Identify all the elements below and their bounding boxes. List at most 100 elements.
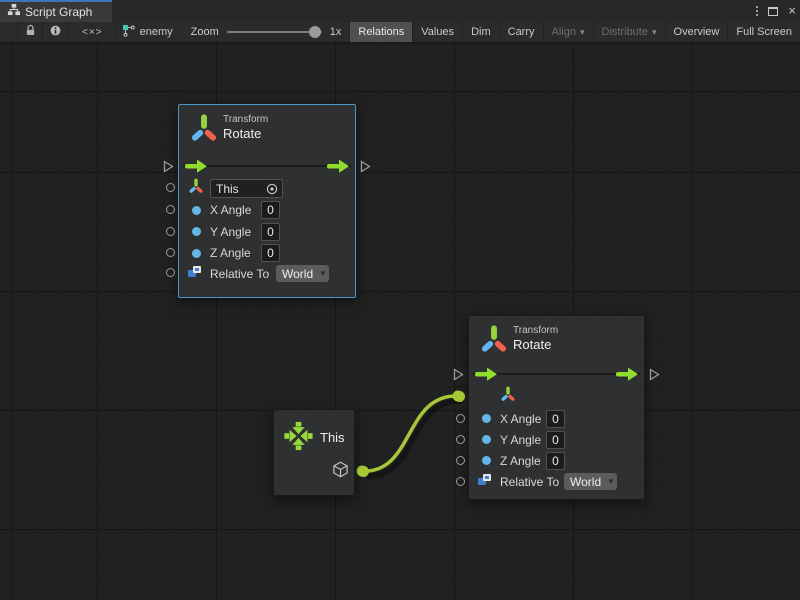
align-dropdown[interactable]: Align [543, 22, 593, 42]
float-type-icon [192, 206, 201, 215]
flow-output-port[interactable] [360, 160, 371, 173]
y-angle-input[interactable]: 0 [546, 431, 565, 449]
relative-to-dropdown[interactable]: World [564, 473, 617, 490]
target-row [469, 386, 644, 407]
z-angle-label: Z Angle [210, 246, 251, 260]
zoom-slider-handle[interactable] [309, 26, 321, 38]
maximize-icon[interactable] [768, 7, 778, 16]
x-angle-input-port[interactable] [166, 205, 175, 214]
title-bar: Script Graph × [0, 0, 800, 22]
y-angle-input[interactable]: 0 [261, 223, 280, 241]
rotate-node-2-header[interactable]: Transform Rotate [469, 316, 644, 360]
dim-toggle[interactable]: Dim [462, 22, 499, 42]
float-type-icon [482, 435, 491, 444]
graph-canvas[interactable]: Transform Rotate [0, 43, 800, 600]
zoom-label: Zoom [191, 26, 219, 38]
transform-icon [190, 113, 218, 148]
relations-toggle[interactable]: Relations [349, 22, 412, 42]
x-angle-input-port[interactable] [456, 414, 465, 423]
flow-in-arrow-icon[interactable] [185, 159, 207, 173]
window-menu-icon[interactable] [756, 6, 758, 16]
z-angle-row: Z Angle 0 [179, 243, 355, 264]
z-angle-input[interactable]: 0 [546, 452, 565, 470]
graph-breadcrumb[interactable]: enemy [116, 22, 183, 42]
connection-wire[interactable] [362, 396, 458, 471]
node-title: Rotate [513, 337, 551, 352]
edit-source-button[interactable]: <×> [68, 22, 116, 42]
object-picker-icon[interactable] [265, 182, 279, 199]
graph-node-icon [123, 25, 135, 40]
code-icon: <×> [82, 27, 103, 38]
flow-input-port[interactable] [453, 368, 464, 381]
flow-input-port[interactable] [163, 160, 174, 173]
relative-to-value: World [570, 475, 601, 489]
self-output-port-connected[interactable] [358, 466, 369, 477]
rotate-node-2[interactable]: Transform Rotate [468, 315, 645, 500]
flow-relation-line [183, 165, 351, 167]
info-button[interactable] [42, 22, 68, 42]
x-angle-input[interactable]: 0 [546, 410, 565, 428]
x-angle-row: X Angle 0 [179, 200, 355, 221]
x-angle-label: X Angle [500, 412, 541, 426]
transform-mini-icon [188, 178, 204, 199]
flow-output-port[interactable] [649, 368, 660, 381]
graph-hierarchy-icon [7, 3, 20, 21]
info-icon [49, 24, 62, 40]
graph-name: enemy [140, 26, 173, 38]
flow-out-arrow-icon[interactable] [616, 367, 638, 381]
float-type-icon [482, 456, 491, 465]
target-object-field[interactable]: This [210, 179, 283, 198]
connection-layer [0, 43, 800, 600]
float-type-icon [192, 249, 201, 258]
rotate-node-1-header[interactable]: Transform Rotate [179, 105, 355, 149]
rotate-node-1[interactable]: Transform Rotate [178, 104, 356, 298]
transform-mini-icon [500, 386, 516, 407]
relative-to-dropdown[interactable]: World [276, 265, 329, 282]
tab-title: Script Graph [25, 5, 92, 19]
values-toggle[interactable]: Values [412, 22, 462, 42]
connection-shadow [366, 401, 462, 476]
distribute-dropdown[interactable]: Distribute [593, 22, 665, 42]
relative-to-row: Relative To World [179, 263, 355, 284]
transform-icon [480, 324, 508, 359]
y-angle-label: Y Angle [210, 225, 251, 239]
x-angle-input[interactable]: 0 [261, 201, 280, 219]
flow-out-arrow-icon[interactable] [327, 159, 349, 173]
node-title: Rotate [223, 126, 261, 141]
fullscreen-button[interactable]: Full Screen [727, 22, 800, 42]
gameobject-cube-icon [332, 461, 349, 483]
target-input-port-connected[interactable] [454, 391, 465, 402]
carry-toggle[interactable]: Carry [499, 22, 543, 42]
node-category: Transform [223, 114, 268, 125]
relative-to-row: Relative To World [469, 471, 644, 492]
flow-in-arrow-icon[interactable] [475, 367, 497, 381]
tab-script-graph[interactable]: Script Graph [0, 0, 112, 22]
script-graph-window: Script Graph × <×> enemy [0, 0, 800, 600]
y-angle-input-port[interactable] [456, 435, 465, 444]
self-node[interactable]: This [273, 409, 355, 496]
float-type-icon [482, 414, 491, 423]
target-row: This [179, 178, 355, 199]
zoom-value: 1x [330, 26, 342, 38]
relative-to-input-port[interactable] [456, 477, 465, 486]
y-angle-row: Y Angle 0 [469, 429, 644, 450]
relative-to-label: Relative To [210, 267, 269, 281]
float-type-icon [192, 227, 201, 236]
enum-type-icon [477, 473, 492, 491]
y-angle-row: Y Angle 0 [179, 221, 355, 242]
target-input-port[interactable] [166, 183, 175, 192]
z-angle-input[interactable]: 0 [261, 244, 280, 262]
overview-button[interactable]: Overview [665, 22, 728, 42]
relative-to-value: World [282, 267, 313, 281]
z-angle-row: Z Angle 0 [469, 450, 644, 471]
relative-to-label: Relative To [500, 475, 559, 489]
z-angle-input-port[interactable] [166, 248, 175, 257]
z-angle-input-port[interactable] [456, 456, 465, 465]
close-icon[interactable]: × [788, 6, 796, 16]
zoom-slider[interactable] [227, 31, 322, 33]
node-category: Transform [513, 325, 558, 336]
y-angle-input-port[interactable] [166, 227, 175, 236]
relative-to-input-port[interactable] [166, 268, 175, 277]
y-angle-label: Y Angle [500, 433, 541, 447]
lock-button[interactable] [17, 22, 43, 42]
